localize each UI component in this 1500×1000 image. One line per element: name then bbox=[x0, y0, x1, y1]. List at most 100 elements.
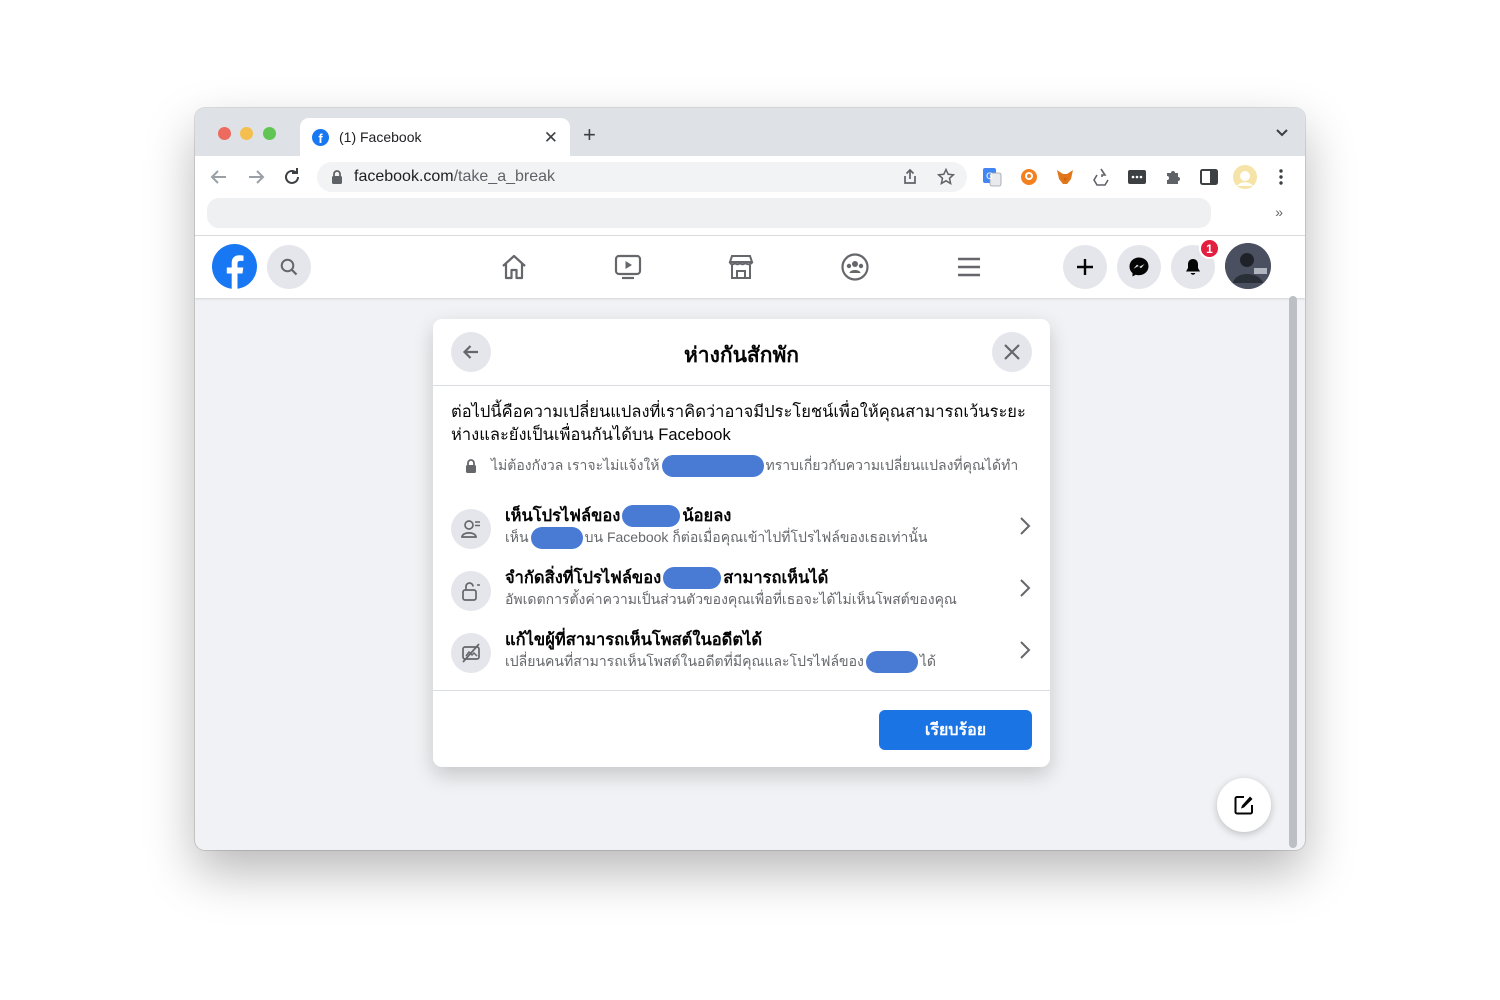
dialog-close-button[interactable] bbox=[992, 332, 1032, 372]
unlock-icon bbox=[462, 582, 480, 601]
chevron-right-icon bbox=[1020, 579, 1031, 597]
option-sub-after: บน Facebook ก็ต่อเมื่อคุณเข้าไปที่โปรไฟล… bbox=[584, 529, 928, 545]
reload-icon[interactable] bbox=[281, 166, 303, 188]
account-photo-icon bbox=[1225, 243, 1271, 289]
option-icon-wrap bbox=[451, 633, 491, 673]
tab-title: (1) Facebook bbox=[339, 129, 422, 145]
compose-icon bbox=[1234, 796, 1253, 815]
facebook-favicon-icon: f bbox=[312, 128, 329, 146]
groups-icon[interactable] bbox=[840, 252, 870, 282]
back-icon[interactable] bbox=[208, 166, 230, 188]
option-title: แก้ไขผู้ที่สามารถเห็นโพสต์ในอดีตได้ bbox=[505, 627, 762, 653]
option-sub-after: ได้ bbox=[919, 653, 936, 669]
forward-icon[interactable] bbox=[245, 166, 267, 188]
plus-icon bbox=[1077, 259, 1093, 275]
svg-text:G: G bbox=[986, 172, 993, 182]
google-translate-extension-icon[interactable]: G bbox=[982, 167, 1002, 187]
home-icon[interactable] bbox=[499, 252, 529, 282]
messenger-button[interactable] bbox=[1117, 245, 1161, 289]
address-bar[interactable]: facebook.com/take_a_break bbox=[317, 162, 967, 192]
dialog-footer-divider bbox=[433, 690, 1050, 691]
new-message-button[interactable] bbox=[1217, 778, 1271, 832]
redacted-name bbox=[865, 651, 918, 673]
tab-facebook[interactable]: f (1) Facebook ✕ bbox=[300, 118, 570, 156]
option-title-before: แก้ไขผู้ที่สามารถเห็นโพสต์ในอดีตได้ bbox=[505, 631, 763, 649]
new-tab-button[interactable]: + bbox=[583, 124, 596, 146]
option-limit-profile-view[interactable]: จำกัดสิ่งที่โปรไฟล์ของ สามารถเห็นได้ อัพ… bbox=[451, 565, 1036, 623]
option-icon-wrap bbox=[451, 571, 491, 611]
side-panel-icon[interactable] bbox=[1199, 167, 1219, 187]
redacted-name bbox=[663, 567, 722, 589]
notice-text-after: ทราบเกี่ยวกับความเปลี่ยนแปลงที่คุณได้ทำ bbox=[765, 457, 1019, 473]
redacted-name bbox=[622, 505, 681, 527]
browser-toolbar: facebook.com/take_a_break G bbox=[195, 156, 1305, 198]
create-button[interactable] bbox=[1063, 245, 1107, 289]
search-icon bbox=[280, 258, 298, 276]
option-title-after: น้อยลง bbox=[682, 507, 732, 525]
option-title: เห็นโปรไฟล์ของ น้อยลง bbox=[505, 503, 731, 529]
dialog-title: ห่างกันสักพัก bbox=[683, 344, 800, 367]
done-button[interactable]: เรียบร้อย bbox=[879, 710, 1032, 750]
extensions-puzzle-icon[interactable] bbox=[1163, 167, 1183, 187]
url-domain: facebook.com bbox=[354, 168, 454, 185]
redacted-name bbox=[661, 455, 764, 477]
recycle-extension-icon[interactable] bbox=[1091, 167, 1111, 187]
notification-badge: 1 bbox=[1199, 238, 1220, 259]
extension-orange-icon[interactable] bbox=[1019, 167, 1039, 187]
minimize-window-button[interactable] bbox=[240, 127, 253, 140]
bookmark-star-icon[interactable] bbox=[937, 168, 955, 186]
tab-strip: f (1) Facebook ✕ + bbox=[195, 108, 1305, 156]
browser-window: f (1) Facebook ✕ + facebook.com/take_a_b… bbox=[195, 108, 1305, 850]
marketplace-icon[interactable] bbox=[726, 252, 756, 282]
redacted-name bbox=[530, 527, 583, 549]
lock-icon[interactable] bbox=[331, 170, 343, 184]
browser-menu-icon[interactable] bbox=[1271, 167, 1291, 187]
tab-search-chevron-icon[interactable] bbox=[1275, 128, 1289, 138]
take-a-break-dialog: ห่างกันสักพัก ต่อไปนี้คือความเปลี่ยนแปลง… bbox=[433, 319, 1050, 767]
person-icon bbox=[461, 520, 480, 538]
option-edit-past-posts[interactable]: แก้ไขผู้ที่สามารถเห็นโพสต์ในอดีตได้ เปลี… bbox=[451, 627, 1036, 685]
option-subtitle: เปลี่ยนคนที่สามารถเห็นโพสต์ในอดีตที่มีคุ… bbox=[505, 651, 936, 673]
profile-avatar-icon[interactable] bbox=[1233, 165, 1257, 189]
bookmarks-overflow-button[interactable]: » bbox=[1275, 204, 1283, 220]
option-title-before: เห็นโปรไฟล์ของ bbox=[505, 507, 621, 525]
option-sub-before: เห็น bbox=[505, 529, 529, 545]
facebook-logo-icon[interactable] bbox=[212, 244, 257, 289]
option-subtitle: เห็น บน Facebook ก็ต่อเมื่อคุณเข้าไปที่โ… bbox=[505, 527, 927, 549]
chevron-right-icon bbox=[1020, 641, 1031, 659]
password-extension-icon[interactable] bbox=[1127, 167, 1147, 187]
share-icon[interactable] bbox=[901, 168, 919, 186]
option-icon-wrap bbox=[451, 509, 491, 549]
dialog-header: ห่างกันสักพัก bbox=[433, 319, 1050, 386]
option-see-less-profile[interactable]: เห็นโปรไฟล์ของ น้อยลง เห็น บน Facebook ก… bbox=[451, 503, 1036, 561]
option-title-before: จำกัดสิ่งที่โปรไฟล์ของ bbox=[505, 569, 662, 587]
option-sub-before: เปลี่ยนคนที่สามารถเห็นโพสต์ในอดีตที่มีคุ… bbox=[505, 653, 864, 669]
option-title-after: สามารถเห็นได้ bbox=[723, 569, 829, 587]
account-avatar[interactable] bbox=[1225, 243, 1271, 289]
page-scrollbar[interactable] bbox=[1289, 296, 1297, 848]
url-text: facebook.com/take_a_break bbox=[354, 168, 555, 186]
close-icon bbox=[1004, 344, 1020, 360]
lock-icon bbox=[466, 459, 476, 473]
metamask-fox-icon[interactable] bbox=[1055, 167, 1075, 187]
maximize-window-button[interactable] bbox=[263, 127, 276, 140]
search-button[interactable] bbox=[267, 245, 311, 289]
facebook-top-nav: 1 bbox=[195, 236, 1305, 298]
privacy-notice: ไม่ต้องกังวล เราจะไม่แจ้งให้ ทราบเกี่ยวก… bbox=[465, 455, 1018, 477]
tab-close-icon[interactable]: ✕ bbox=[544, 129, 558, 146]
hidden-posts-icon bbox=[462, 643, 480, 663]
bell-icon bbox=[1186, 259, 1200, 275]
notice-text-before: ไม่ต้องกังวล เราจะไม่แจ้งให้ bbox=[491, 457, 660, 473]
chevron-right-icon bbox=[1020, 517, 1031, 535]
url-path: /take_a_break bbox=[453, 168, 556, 185]
watch-icon[interactable] bbox=[613, 252, 643, 282]
option-sub-before: อัพเดตการตั้งค่าความเป็นส่วนตัวของคุณเพื… bbox=[505, 591, 957, 607]
option-subtitle: อัพเดตการตั้งค่าความเป็นส่วนตัวของคุณเพื… bbox=[505, 589, 957, 611]
option-title: จำกัดสิ่งที่โปรไฟล์ของ สามารถเห็นได้ bbox=[505, 565, 828, 591]
messenger-icon bbox=[1129, 257, 1149, 277]
dialog-intro-text: ต่อไปนี้คือความเปลี่ยนแปลงที่เราคิดว่าอา… bbox=[451, 403, 1026, 444]
close-window-button[interactable] bbox=[218, 127, 231, 140]
menu-icon[interactable] bbox=[954, 252, 984, 282]
bookmarks-bar: » bbox=[195, 198, 1305, 236]
bookmarks-area bbox=[207, 198, 1211, 228]
